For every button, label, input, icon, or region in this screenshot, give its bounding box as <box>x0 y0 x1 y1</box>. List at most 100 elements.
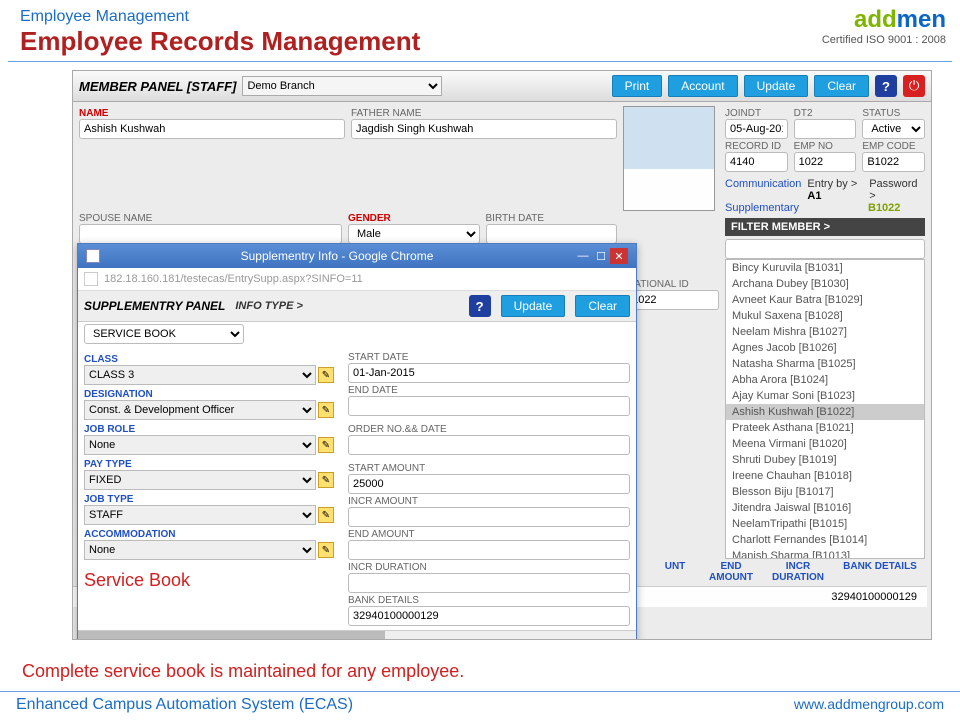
status-label: STATUS <box>862 108 925 119</box>
edit-icon[interactable]: ✎ <box>318 507 334 523</box>
joindt-input[interactable] <box>725 119 788 139</box>
paytype-select[interactable]: FIXED <box>84 470 316 490</box>
birth-input[interactable] <box>486 224 618 244</box>
supp-update-button[interactable]: Update <box>501 295 566 317</box>
page-icon <box>84 272 98 286</box>
supplementary-window: Supplementry Info - Google Chrome — ☐ ✕ … <box>77 243 637 640</box>
password-label: Password > <box>869 178 917 202</box>
orderno-label: ORDER NO.&& DATE <box>348 424 630 435</box>
member-list-item[interactable]: Prateek Asthana [B1021] <box>726 420 924 436</box>
password-value: B1022 <box>868 202 900 214</box>
help-icon[interactable]: ? <box>875 75 897 97</box>
incramt-input[interactable] <box>348 507 630 527</box>
service-book-note: Service Book <box>84 570 334 591</box>
member-list-item[interactable]: Bincy Kuruvila [B1031] <box>726 260 924 276</box>
minimize-icon[interactable]: — <box>574 248 592 264</box>
member-list-item[interactable]: Agnes Jacob [B1026] <box>726 340 924 356</box>
member-list-item[interactable]: Meena Virmani [B1020] <box>726 436 924 452</box>
member-list-item[interactable]: Ashish Kushwah [B1022] <box>726 404 924 420</box>
empno-label: EMP NO <box>794 141 857 152</box>
member-list-item[interactable]: Ireene Chauhan [B1018] <box>726 468 924 484</box>
name-input[interactable] <box>79 119 345 139</box>
dt2-input[interactable] <box>794 119 857 139</box>
entryby-label: Entry by > <box>807 178 857 190</box>
edit-icon[interactable]: ✎ <box>318 367 334 383</box>
class-select[interactable]: CLASS 3 <box>84 365 316 385</box>
supp-hscroll[interactable] <box>78 630 636 640</box>
member-list-item[interactable]: Neelam Mishra [B1027] <box>726 324 924 340</box>
member-list-item[interactable]: Ajay Kumar Soni [B1023] <box>726 388 924 404</box>
member-list[interactable]: Bincy Kuruvila [B1031]Archana Dubey [B10… <box>725 259 925 559</box>
branch-select[interactable]: Demo Branch <box>242 76 442 96</box>
panel-title: MEMBER PANEL [STAFF] <box>79 79 236 94</box>
spouse-input[interactable] <box>79 224 342 244</box>
member-list-item[interactable]: Mukul Saxena [B1028] <box>726 308 924 324</box>
supplementary-link[interactable]: Supplementary <box>725 202 799 214</box>
member-list-item[interactable]: Charlott Fernandes [B1014] <box>726 532 924 548</box>
edit-icon[interactable]: ✎ <box>318 472 334 488</box>
incrdur-input[interactable] <box>348 573 630 593</box>
supp-help-icon[interactable]: ? <box>469 295 491 317</box>
designation-label: DESIGNATION <box>84 389 334 400</box>
member-list-item[interactable]: Archana Dubey [B1030] <box>726 276 924 292</box>
member-panel-header: MEMBER PANEL [STAFF] Demo Branch Print A… <box>73 71 931 102</box>
grid-column-headers: UNT END AMOUNT INCR DURATION BANK DETAIL… <box>653 561 925 583</box>
jobrole-select[interactable]: None <box>84 435 316 455</box>
member-list-item[interactable]: Manish Sharma [B1013] <box>726 548 924 559</box>
doc-icon <box>86 249 100 263</box>
startamt-input[interactable] <box>348 474 630 494</box>
member-photo <box>623 106 715 211</box>
page-title: Employee Records Management <box>20 26 940 57</box>
accommodation-label: ACCOMMODATION <box>84 529 334 540</box>
gender-select[interactable]: Male <box>348 224 480 244</box>
member-list-item[interactable]: Natasha Sharma [B1025] <box>726 356 924 372</box>
endamt-input[interactable] <box>348 540 630 560</box>
supp-clear-button[interactable]: Clear <box>575 295 630 317</box>
filter-member-input[interactable] <box>725 239 925 259</box>
class-label: CLASS <box>84 354 334 365</box>
status-select[interactable]: Active <box>862 119 925 139</box>
print-button[interactable]: Print <box>612 75 663 97</box>
record-label: RECORD ID <box>725 141 788 152</box>
url-bar[interactable]: 182.18.160.181/testecas/EntrySupp.aspx?S… <box>78 268 636 291</box>
edit-icon[interactable]: ✎ <box>318 402 334 418</box>
dt2-label: DT2 <box>794 108 857 119</box>
clear-button[interactable]: Clear <box>814 75 869 97</box>
accommodation-select[interactable]: None <box>84 540 316 560</box>
startamt-label: START AMOUNT <box>348 463 630 474</box>
orderno-input[interactable] <box>348 435 630 455</box>
enddate-input[interactable] <box>348 396 630 416</box>
update-button[interactable]: Update <box>744 75 809 97</box>
member-list-item[interactable]: Blesson Biju [B1017] <box>726 484 924 500</box>
empno-input[interactable] <box>794 152 857 172</box>
power-icon[interactable]: ⏻ <box>903 75 925 97</box>
edit-icon[interactable]: ✎ <box>318 542 334 558</box>
spouse-label: SPOUSE NAME <box>79 213 342 224</box>
natid-input[interactable] <box>627 290 719 310</box>
close-icon[interactable]: ✕ <box>610 248 628 264</box>
member-list-item[interactable]: Jitendra Jaiswal [B1016] <box>726 500 924 516</box>
bank-input[interactable] <box>348 606 630 626</box>
maximize-icon[interactable]: ☐ <box>592 248 610 264</box>
gender-label: GENDER <box>348 213 480 224</box>
member-list-item[interactable]: Avneet Kaur Batra [B1029] <box>726 292 924 308</box>
father-input[interactable] <box>351 119 617 139</box>
member-list-item[interactable]: Abha Arora [B1024] <box>726 372 924 388</box>
jobtype-select[interactable]: STAFF <box>84 505 316 525</box>
member-list-item[interactable]: Shruti Dubey [B1019] <box>726 452 924 468</box>
designation-select[interactable]: Const. & Development Officer <box>84 400 316 420</box>
empcode-input[interactable] <box>862 152 925 172</box>
startdate-input[interactable] <box>348 363 630 383</box>
brand-logo: addmen Certified ISO 9001 : 2008 <box>822 6 946 46</box>
account-button[interactable]: Account <box>668 75 737 97</box>
supp-titlebar[interactable]: Supplementry Info - Google Chrome — ☐ ✕ <box>78 244 636 268</box>
footer-url[interactable]: www.addmengroup.com <box>794 696 944 714</box>
edit-icon[interactable]: ✎ <box>318 437 334 453</box>
info-type-select[interactable]: SERVICE BOOK <box>84 324 244 344</box>
member-list-item[interactable]: NeelamTripathi [B1015] <box>726 516 924 532</box>
joindt-label: JOINDT <box>725 108 788 119</box>
communication-link[interactable]: Communication <box>725 178 801 190</box>
app-frame: MEMBER PANEL [STAFF] Demo Branch Print A… <box>72 70 932 640</box>
record-input[interactable] <box>725 152 788 172</box>
page-caption: Complete service book is maintained for … <box>22 661 464 682</box>
